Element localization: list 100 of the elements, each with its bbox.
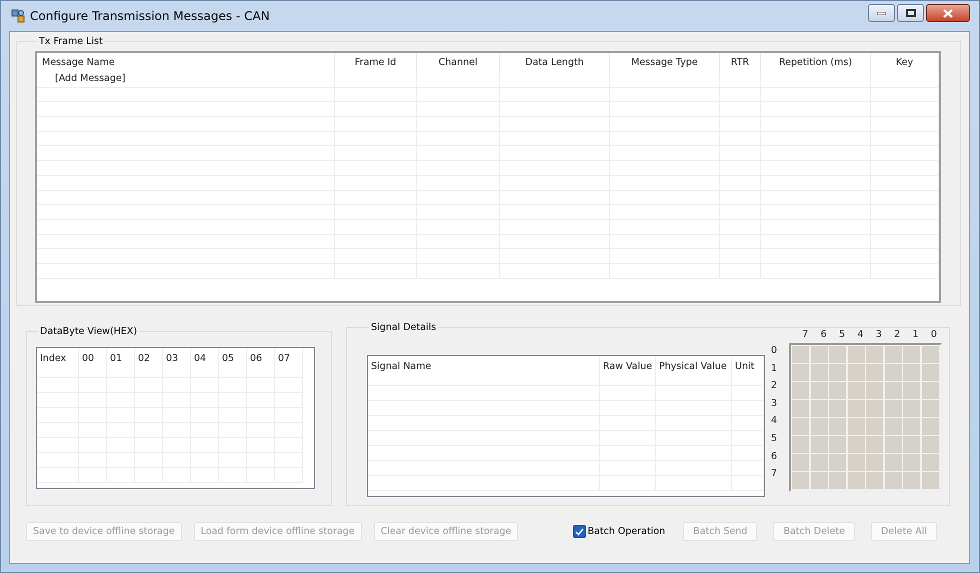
bit-cell[interactable] — [792, 472, 809, 488]
bit-cell[interactable] — [922, 454, 938, 470]
bit-cell[interactable] — [866, 418, 883, 434]
bit-cell[interactable] — [903, 400, 920, 416]
bit-cell[interactable] — [903, 418, 920, 434]
column-header[interactable]: 07 — [275, 348, 303, 378]
bit-cell[interactable] — [792, 454, 809, 470]
bit-cell[interactable] — [810, 364, 828, 380]
maximize-icon — [906, 9, 916, 17]
bit-cell[interactable] — [848, 472, 864, 488]
bit-cell[interactable] — [922, 418, 938, 434]
bit-cell[interactable] — [829, 346, 846, 362]
bit-cell[interactable] — [848, 346, 864, 362]
bit-cell[interactable] — [848, 382, 864, 398]
column-header[interactable]: Physical Value — [656, 356, 732, 386]
bit-cell[interactable] — [829, 418, 846, 434]
window-title: Configure Transmission Messages - CAN — [30, 9, 270, 23]
bit-cell[interactable] — [792, 364, 809, 380]
bit-cell[interactable] — [884, 346, 902, 362]
bit-cell[interactable] — [866, 346, 883, 362]
bit-cell[interactable] — [829, 382, 846, 398]
bit-cell[interactable] — [848, 418, 864, 434]
bit-cell[interactable] — [792, 436, 809, 452]
column-header[interactable]: 02 — [135, 348, 163, 378]
column-header[interactable]: 05 — [219, 348, 247, 378]
bit-cell[interactable] — [810, 382, 828, 398]
bit-cell[interactable] — [848, 454, 864, 470]
bit-cell[interactable] — [792, 382, 809, 398]
bit-cell[interactable] — [866, 472, 883, 488]
bit-cell[interactable] — [848, 364, 864, 380]
column-header[interactable]: Raw Value — [600, 356, 656, 386]
column-header[interactable]: Message Name — [37, 53, 335, 73]
table-cell — [871, 176, 939, 190]
bit-cell[interactable] — [829, 364, 846, 380]
table-cell — [732, 431, 764, 446]
bit-cell[interactable] — [884, 436, 902, 452]
column-header[interactable]: Frame Id — [335, 53, 417, 73]
bit-cell[interactable] — [903, 364, 920, 380]
bit-cell[interactable] — [884, 418, 902, 434]
column-header[interactable]: Signal Name — [368, 356, 600, 386]
column-header[interactable]: Data Length — [500, 53, 610, 73]
bit-cell[interactable] — [810, 346, 828, 362]
bit-cell[interactable] — [810, 400, 828, 416]
minimize-icon — [877, 12, 886, 14]
bit-cell[interactable] — [903, 346, 920, 362]
bit-cell[interactable] — [903, 472, 920, 488]
column-header[interactable]: Key — [871, 53, 939, 73]
bit-cell[interactable] — [922, 382, 938, 398]
column-header[interactable]: 06 — [247, 348, 275, 378]
column-header[interactable]: Channel — [417, 53, 500, 73]
bit-cell[interactable] — [884, 364, 902, 380]
bit-label: 7 — [801, 329, 810, 342]
bit-cell[interactable] — [792, 400, 809, 416]
bit-cell[interactable] — [792, 418, 809, 434]
bit-cell[interactable] — [848, 436, 864, 452]
bit-cell[interactable] — [810, 418, 828, 434]
bit-cell[interactable] — [884, 454, 902, 470]
column-header[interactable]: 04 — [191, 348, 219, 378]
bit-cell[interactable] — [922, 364, 938, 380]
column-header[interactable]: Unit — [732, 356, 764, 386]
bit-cell[interactable] — [810, 436, 828, 452]
bit-cell[interactable] — [866, 436, 883, 452]
byte-label: 5 — [771, 432, 778, 446]
bit-cell[interactable] — [922, 346, 938, 362]
column-header[interactable]: 01 — [107, 348, 135, 378]
bit-cell[interactable] — [884, 382, 902, 398]
bit-label: 0 — [930, 329, 938, 342]
column-header[interactable]: Repetition (ms) — [761, 53, 871, 73]
maximize-button[interactable] — [897, 4, 924, 22]
batch-operation-checkbox[interactable]: Batch Operation — [572, 525, 666, 538]
column-header[interactable]: Message Type — [610, 53, 720, 73]
column-header[interactable]: 03 — [163, 348, 191, 378]
bit-cell[interactable] — [792, 346, 809, 362]
close-button[interactable] — [926, 4, 970, 22]
bit-cell[interactable] — [884, 472, 902, 488]
bit-cell[interactable] — [922, 472, 938, 488]
bit-cell[interactable] — [903, 436, 920, 452]
table-cell — [37, 438, 79, 453]
bit-cell[interactable] — [922, 436, 938, 452]
column-header[interactable]: Index — [37, 348, 79, 378]
add-message-link[interactable]: [Add Message] — [55, 73, 126, 84]
bit-cell[interactable] — [810, 472, 828, 488]
bit-cell[interactable] — [866, 382, 883, 398]
group-title: DataByte View(HEX) — [39, 326, 138, 337]
column-header[interactable]: RTR — [720, 53, 761, 73]
bit-cell[interactable] — [829, 472, 846, 488]
bit-cell[interactable] — [866, 364, 883, 380]
bit-cell[interactable] — [848, 400, 864, 416]
bit-cell[interactable] — [884, 400, 902, 416]
bit-cell[interactable] — [866, 454, 883, 470]
bit-cell[interactable] — [829, 400, 846, 416]
bit-cell[interactable] — [829, 454, 846, 470]
column-header[interactable]: 00 — [79, 348, 107, 378]
minimize-button[interactable] — [868, 4, 895, 22]
bit-cell[interactable] — [866, 400, 883, 416]
bit-cell[interactable] — [903, 382, 920, 398]
bit-cell[interactable] — [829, 436, 846, 452]
bit-cell[interactable] — [903, 454, 920, 470]
bit-cell[interactable] — [810, 454, 828, 470]
bit-cell[interactable] — [922, 400, 938, 416]
